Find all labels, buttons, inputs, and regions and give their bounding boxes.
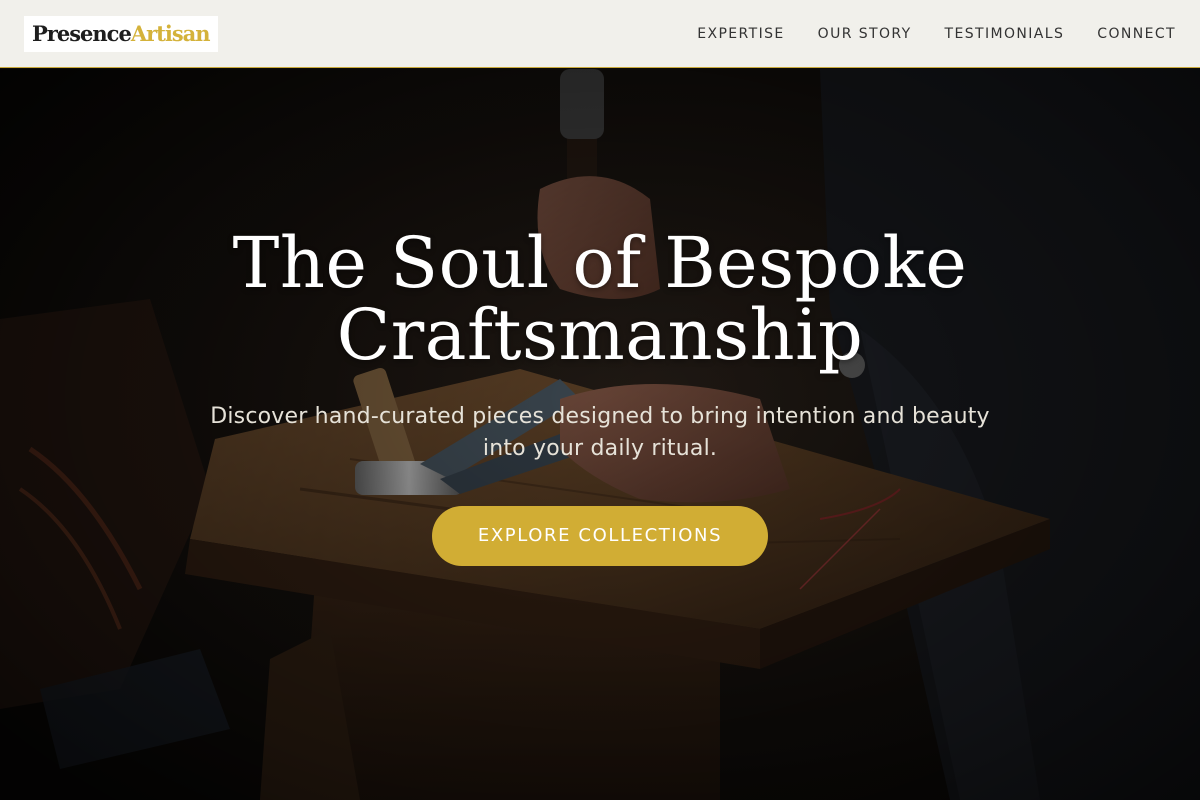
main-nav: EXPERTISE OUR STORY TESTIMONIALS CONNECT xyxy=(697,0,1176,68)
brand-logo[interactable]: PresenceArtisan xyxy=(24,16,218,52)
nav-item-testimonials[interactable]: TESTIMONIALS xyxy=(945,26,1065,42)
hero-title-line1: The Soul of Bespoke xyxy=(232,222,968,304)
site-header: PresenceArtisan EXPERTISE OUR STORY TEST… xyxy=(0,0,1200,68)
hero-title: The Soul of Bespoke Craftsmanship xyxy=(100,227,1100,371)
hero-subtitle-line1: Discover hand-curated pieces designed to… xyxy=(210,404,990,429)
nav-item-our-story[interactable]: OUR STORY xyxy=(818,26,912,42)
brand-name-part2: Artisan xyxy=(130,21,211,46)
hero-subtitle: Discover hand-curated pieces designed to… xyxy=(150,401,1050,465)
nav-item-expertise[interactable]: EXPERTISE xyxy=(697,26,784,42)
explore-collections-button[interactable]: EXPLORE COLLECTIONS xyxy=(432,506,768,566)
nav-item-connect[interactable]: CONNECT xyxy=(1097,26,1176,42)
hero-title-line2: Craftsmanship xyxy=(336,294,864,376)
hero-subtitle-line2: into your daily ritual. xyxy=(482,436,718,461)
hero-section: The Soul of Bespoke Craftsmanship Discov… xyxy=(0,69,1200,800)
brand-name-part1: Presence xyxy=(32,21,132,46)
